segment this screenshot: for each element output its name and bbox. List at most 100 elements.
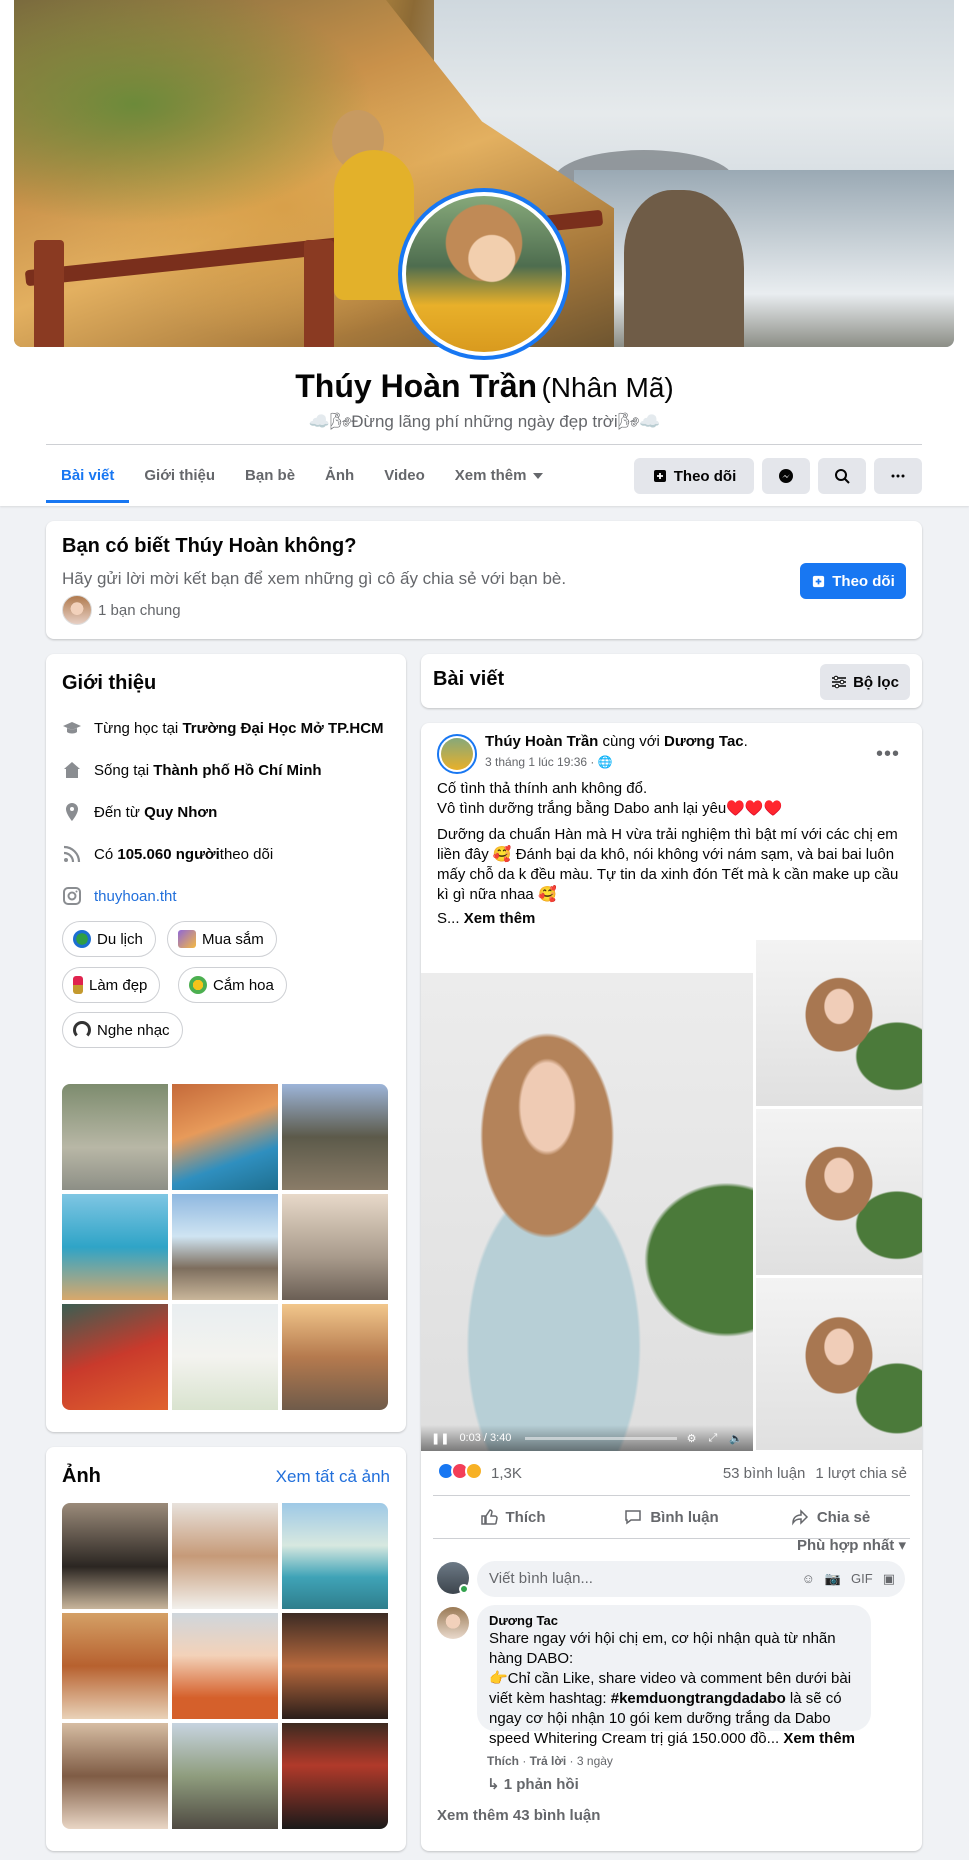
header-divider	[46, 444, 922, 445]
commenter-avatar[interactable]	[437, 1607, 469, 1639]
post-author-avatar[interactable]	[437, 734, 477, 774]
share-button[interactable]: Chia sẻ	[751, 1496, 910, 1538]
hobby-label: Cắm hoa	[213, 976, 274, 994]
featured-photo[interactable]	[282, 1084, 388, 1190]
current-user-avatar[interactable]	[437, 1562, 469, 1594]
instagram-link[interactable]: thuyhoan.tht	[94, 888, 177, 905]
see-all-photos-link[interactable]: Xem tất cả ảnh	[276, 1467, 390, 1487]
post-author-name[interactable]: Thúy Hoàn Trần	[485, 733, 598, 750]
messenger-button[interactable]	[762, 458, 810, 494]
featured-photo[interactable]	[62, 1084, 168, 1190]
camera-icon[interactable]: 📷	[825, 1561, 841, 1597]
comment-button[interactable]: Bình luận	[592, 1496, 751, 1538]
featured-photo[interactable]	[282, 1194, 388, 1300]
tab-photos[interactable]: Ảnh	[310, 448, 369, 503]
sticker-icon[interactable]: ▣	[883, 1561, 895, 1597]
settings-icon[interactable]: ⚙	[687, 1432, 697, 1445]
tab-friends[interactable]: Bạn bè	[230, 448, 310, 503]
tab-about[interactable]: Giới thiệu	[129, 448, 230, 503]
intro-followers: Có 105.060 người theo dõi	[62, 844, 273, 864]
tab-posts[interactable]: Bài viết	[46, 448, 130, 503]
filter-button[interactable]: Bộ lọc	[820, 664, 910, 700]
intro-from: Đến từ Quy Nhơn	[62, 802, 217, 822]
comment-like-link[interactable]: Thích	[487, 1754, 519, 1768]
photo-thumb[interactable]	[62, 1613, 168, 1719]
posts-title: Bài viết	[433, 668, 505, 690]
photo-thumb[interactable]	[62, 1503, 168, 1609]
share-icon	[792, 1509, 808, 1526]
reaction-icons[interactable]	[437, 1462, 483, 1484]
lives-prefix: Sống tại	[94, 761, 150, 779]
photo-thumb[interactable]	[282, 1503, 388, 1609]
photo-thumb[interactable]	[172, 1613, 278, 1719]
rss-icon	[62, 844, 82, 864]
know-title: Bạn có biết Thúy Hoàn không?	[62, 535, 357, 557]
post-tagged-name[interactable]: Dương Tac	[664, 733, 744, 750]
profile-avatar[interactable]	[398, 188, 570, 360]
followers-count[interactable]: 105.060 người	[117, 846, 219, 863]
post-image[interactable]	[756, 940, 922, 1106]
comment-see-more[interactable]: Xem thêm	[783, 1730, 855, 1747]
from-place[interactable]: Quy Nhơn	[144, 804, 217, 821]
view-replies[interactable]: ↳ 1 phản hồi	[487, 1775, 579, 1793]
view-more-comments[interactable]: Xem thêm 43 bình luận	[437, 1807, 600, 1824]
photo-thumb[interactable]	[62, 1723, 168, 1829]
comment-input[interactable]: Viết bình luận... ☺ 📷 GIF ▣	[477, 1561, 905, 1597]
lives-place[interactable]: Thành phố Hồ Chí Minh	[153, 762, 321, 779]
comment-hashtag[interactable]: #kemduongtrangdadabo	[611, 1690, 786, 1707]
tab-videos[interactable]: Video	[369, 448, 440, 503]
video-time: 0:03 / 3:40	[459, 1432, 512, 1444]
volume-icon[interactable]: 🔈	[729, 1432, 743, 1445]
followers-prefix: Có	[94, 845, 114, 863]
video-controls: ❚❚ 0:03 / 3:40 ⚙ ⤢ 🔈	[421, 1425, 753, 1451]
reaction-count[interactable]: 1,3K	[491, 1465, 522, 1482]
post-video[interactable]: ❚❚ 0:03 / 3:40 ⚙ ⤢ 🔈	[421, 973, 753, 1451]
hobby-label: Du lịch	[97, 930, 143, 948]
fullscreen-icon[interactable]: ⤢	[708, 1432, 717, 1445]
featured-photo[interactable]	[172, 1304, 278, 1410]
tab-more-label: Xem thêm	[454, 467, 527, 484]
post-actions: Thích Bình luận Chia sẻ	[433, 1495, 910, 1539]
photo-thumb[interactable]	[282, 1613, 388, 1719]
photo-thumb[interactable]	[172, 1723, 278, 1829]
photo-thumb[interactable]	[282, 1723, 388, 1829]
post-image[interactable]	[756, 1278, 922, 1450]
education-place[interactable]: Trường Đại Học Mở TP.HCM	[182, 720, 383, 737]
mutual-friends[interactable]: 1 bạn chung	[62, 595, 181, 625]
hobby-chip-beauty[interactable]: Làm đẹp	[62, 967, 161, 1003]
gif-icon[interactable]: GIF	[851, 1561, 873, 1597]
hobby-chip-travel[interactable]: Du lịch	[62, 921, 156, 957]
follow-button[interactable]: Theo dõi	[634, 458, 754, 494]
comment-reply-link[interactable]: Trả lời	[530, 1754, 567, 1768]
hobby-chip-music[interactable]: Nghe nhạc	[62, 1012, 183, 1048]
shares-count[interactable]: 1 lượt chia sẻ	[815, 1465, 907, 1482]
hobby-chip-flowers[interactable]: Cắm hoa	[178, 967, 287, 1003]
filter-label: Bộ lọc	[853, 673, 899, 691]
post-truncated: S... Xem thêm	[437, 909, 907, 929]
tab-more[interactable]: Xem thêm	[440, 448, 558, 503]
featured-photo[interactable]	[62, 1304, 168, 1410]
pause-icon[interactable]: ❚❚	[431, 1432, 449, 1445]
featured-photo[interactable]	[62, 1194, 168, 1300]
know-follow-button[interactable]: Theo dõi	[800, 563, 906, 599]
like-button[interactable]: Thích	[433, 1496, 592, 1538]
from-prefix: Đến từ	[94, 803, 140, 821]
post-more-icon[interactable]: •••	[876, 743, 900, 766]
comments-count[interactable]: 53 bình luận	[723, 1465, 806, 1482]
commenter-name[interactable]: Dương Tac	[489, 1613, 859, 1629]
search-button[interactable]	[818, 458, 866, 494]
hobby-chip-shopping[interactable]: Mua sắm	[167, 921, 277, 957]
more-button[interactable]	[874, 458, 922, 494]
comment-sort[interactable]: Phù hợp nhất ▾	[797, 1536, 906, 1554]
featured-photo[interactable]	[172, 1194, 278, 1300]
emoji-icon[interactable]: ☺	[802, 1561, 815, 1597]
photo-thumb[interactable]	[172, 1503, 278, 1609]
featured-photo[interactable]	[172, 1084, 278, 1190]
video-progress[interactable]	[525, 1436, 677, 1440]
comment-meta: Thích · Trả lời · 3 ngày	[487, 1754, 613, 1768]
post-see-more[interactable]: Xem thêm	[464, 910, 536, 927]
messenger-icon	[779, 469, 793, 483]
post-timestamp[interactable]: 3 tháng 1 lúc 19:36 · 🌐	[485, 755, 613, 769]
featured-photo[interactable]	[282, 1304, 388, 1410]
post-image[interactable]	[756, 1109, 922, 1275]
